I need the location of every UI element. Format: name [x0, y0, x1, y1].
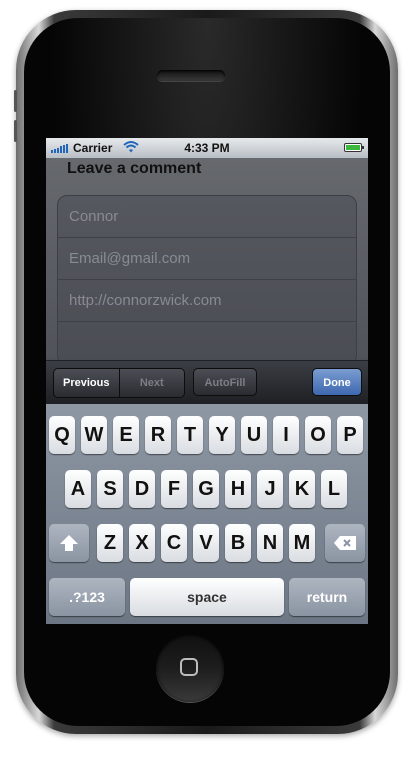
key-c[interactable]: C [161, 524, 187, 562]
key-r[interactable]: R [145, 416, 171, 454]
key-m[interactable]: M [289, 524, 315, 562]
page-title: Leave a comment [67, 160, 202, 177]
key-t[interactable]: T [177, 416, 203, 454]
previous-button[interactable]: Previous [54, 369, 120, 397]
form-assistant-toolbar: Previous Next AutoFill Done [46, 360, 368, 405]
keyboard: Q W E R T Y U I O P A S D F G H J K L Z … [46, 404, 368, 624]
key-a[interactable]: A [65, 470, 91, 508]
prev-next-segmented-control: Previous Next [53, 368, 185, 398]
key-y[interactable]: Y [209, 416, 235, 454]
key-z[interactable]: Z [97, 524, 123, 562]
key-p[interactable]: P [337, 416, 363, 454]
home-square-icon [180, 658, 198, 676]
comment-field[interactable] [58, 322, 356, 364]
key-e[interactable]: E [113, 416, 139, 454]
key-d[interactable]: D [129, 470, 155, 508]
home-button[interactable] [156, 634, 224, 702]
key-k[interactable]: K [289, 470, 315, 508]
key-f[interactable]: F [161, 470, 187, 508]
key-h[interactable]: H [225, 470, 251, 508]
comment-form: Connor Email@gmail.com http://connorzwic… [57, 195, 357, 365]
done-button[interactable]: Done [312, 368, 362, 396]
key-i[interactable]: I [273, 416, 299, 454]
key-b[interactable]: B [225, 524, 251, 562]
key-x[interactable]: X [129, 524, 155, 562]
autofill-button[interactable]: AutoFill [193, 368, 257, 396]
key-g[interactable]: G [193, 470, 219, 508]
delete-key[interactable] [325, 524, 365, 562]
return-key[interactable]: return [289, 578, 365, 616]
key-l[interactable]: L [321, 470, 347, 508]
backspace-icon [334, 536, 356, 550]
key-j[interactable]: J [257, 470, 283, 508]
screen: Carrier 4:33 PM Leave a comment Connor E… [46, 138, 368, 624]
numbers-key[interactable]: .?123 [49, 578, 125, 616]
next-button[interactable]: Next [120, 369, 185, 397]
url-field[interactable]: http://connorzwick.com [58, 280, 356, 322]
shift-arrow-icon [60, 535, 78, 551]
status-time: 4:33 PM [184, 141, 230, 155]
comment-form-area: Leave a comment Connor Email@gmail.com h… [46, 158, 368, 365]
key-s[interactable]: S [97, 470, 123, 508]
key-w[interactable]: W [81, 416, 107, 454]
key-o[interactable]: O [305, 416, 331, 454]
key-q[interactable]: Q [49, 416, 75, 454]
shift-key[interactable] [49, 524, 89, 562]
status-bar: Carrier 4:33 PM [46, 138, 368, 158]
space-key[interactable]: space [130, 578, 284, 616]
earpiece-speaker [157, 70, 225, 81]
key-v[interactable]: V [193, 524, 219, 562]
volume-down-button [14, 120, 17, 142]
name-field[interactable]: Connor [58, 196, 356, 238]
email-field[interactable]: Email@gmail.com [58, 238, 356, 280]
volume-up-button [14, 90, 17, 112]
key-n[interactable]: N [257, 524, 283, 562]
key-u[interactable]: U [241, 416, 267, 454]
battery-icon [344, 143, 364, 152]
